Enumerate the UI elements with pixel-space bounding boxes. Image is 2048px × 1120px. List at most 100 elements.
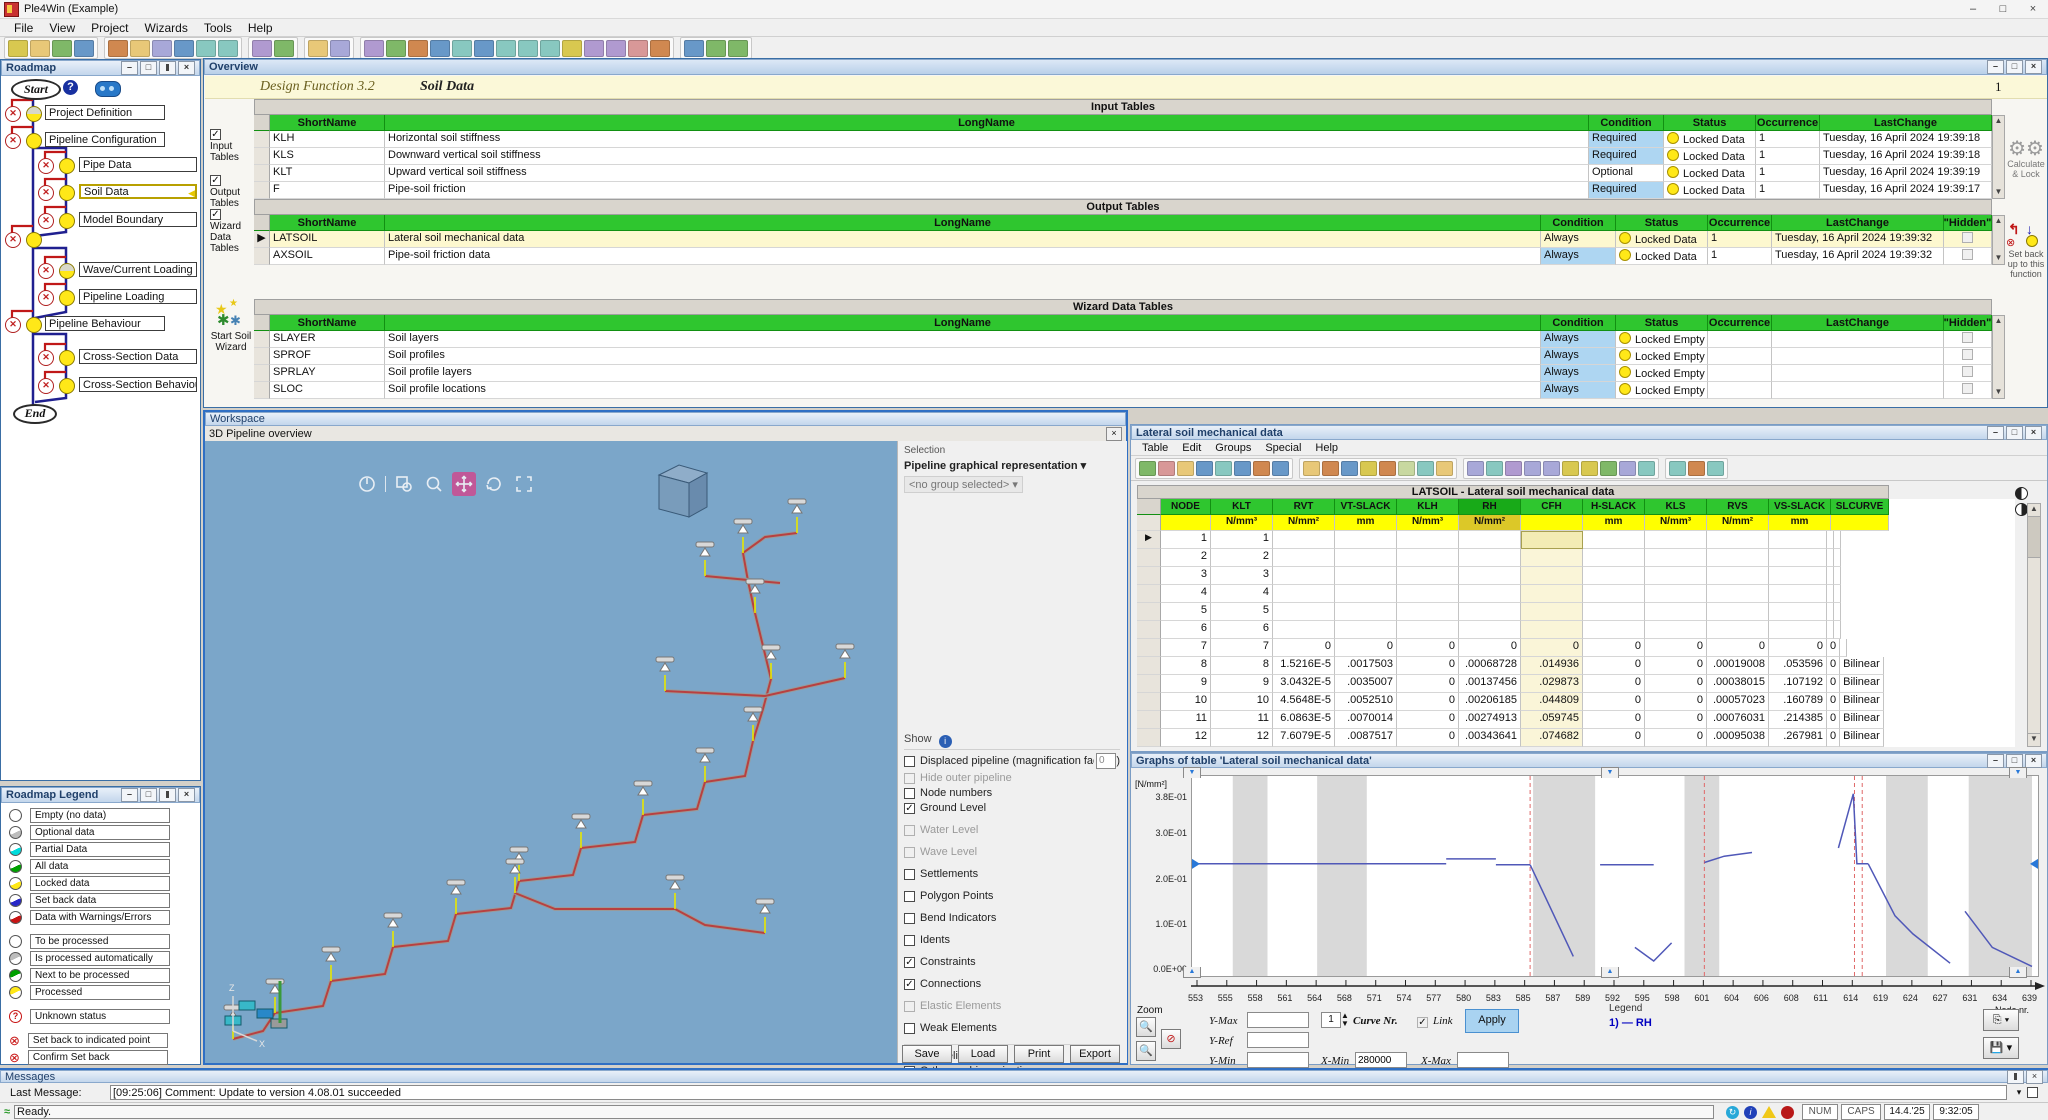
cell[interactable] — [1645, 603, 1707, 621]
roadmap-item-wave-current-loading[interactable]: Wave/Current Loading — [79, 262, 197, 277]
record-icon[interactable] — [1781, 1106, 1794, 1119]
menu-help[interactable]: Help — [240, 20, 281, 36]
print-button[interactable]: Print — [1014, 1045, 1064, 1063]
cell[interactable]: .00076031 — [1707, 711, 1769, 729]
copy-icon[interactable] — [1360, 461, 1377, 476]
cell[interactable]: Bilinear — [1840, 693, 1884, 711]
last-icon[interactable] — [1322, 461, 1339, 476]
legend-minimize-button[interactable]: – — [121, 788, 138, 802]
cell[interactable] — [1827, 531, 1834, 549]
duplicate-icon[interactable] — [1253, 461, 1270, 476]
cell[interactable]: .00206185 — [1459, 693, 1521, 711]
latsoil-menu-special[interactable]: Special — [1258, 442, 1308, 454]
paste-icon[interactable] — [1379, 461, 1396, 476]
cell[interactable]: 4.5648E-5 — [1273, 693, 1335, 711]
sort-desc-icon[interactable] — [1524, 461, 1541, 476]
latsoil-row-9[interactable]: 993.0432E-5.00350070.00137456.02987300.0… — [1137, 675, 2015, 693]
cell[interactable] — [1583, 531, 1645, 549]
roadmap-maximize-button[interactable]: □ — [140, 61, 157, 75]
start-soil-wizard-button[interactable]: ★ ★ ✱ ✱ Start Soil Wizard — [208, 301, 254, 353]
status-node-icon[interactable] — [26, 232, 42, 248]
navigation-cube[interactable] — [645, 459, 715, 525]
renumber-icon[interactable] — [1272, 461, 1289, 476]
show-item-bend-indicators[interactable]: Bend Indicators — [904, 912, 1120, 924]
cell[interactable] — [1834, 603, 1841, 621]
cell[interactable]: 0 — [1827, 639, 1840, 657]
show-item-connections[interactable]: ✓Connections — [904, 978, 1120, 990]
help-icon[interactable] — [1688, 461, 1705, 476]
cell[interactable] — [1521, 531, 1583, 549]
setback-node-icon[interactable]: ✕ — [38, 158, 54, 174]
cell[interactable]: .0052510 — [1335, 693, 1397, 711]
maximize-button[interactable]: □ — [1988, 0, 2018, 18]
link-checkbox[interactable]: ✓ — [1417, 1014, 1428, 1028]
zoom-rail-handle[interactable]: ▲ — [1601, 967, 1619, 978]
cell-hidden[interactable] — [1944, 248, 1992, 265]
cell[interactable] — [1335, 531, 1397, 549]
cell[interactable]: .00343641 — [1459, 729, 1521, 747]
cell[interactable] — [1645, 585, 1707, 603]
cell[interactable]: 0 — [1827, 711, 1840, 729]
status-node-icon[interactable] — [59, 378, 75, 394]
column-header[interactable]: ShortName — [270, 215, 385, 231]
column-header-slcurve[interactable]: SLCURVE — [1831, 499, 1889, 515]
cell[interactable] — [1769, 567, 1827, 585]
cell-hidden[interactable] — [1944, 231, 1992, 248]
graph-maximize-button[interactable]: □ — [2006, 754, 2023, 768]
roadmap-start[interactable]: Start — [11, 79, 61, 100]
input-vscrollbar[interactable]: ▲▼ — [1992, 115, 2005, 199]
cell[interactable]: 0 — [1645, 639, 1707, 657]
output-row-AXSOIL[interactable]: AXSOILPipe-soil friction dataAlwaysLocke… — [254, 248, 1992, 265]
sort-asc-icon[interactable] — [1505, 461, 1522, 476]
cell[interactable] — [1707, 531, 1769, 549]
setback-node-icon[interactable]: ✕ — [5, 317, 21, 333]
status-node-icon[interactable] — [59, 185, 75, 201]
check-in-icon[interactable] — [1467, 461, 1484, 476]
latsoil-maximize-button[interactable]: □ — [2006, 426, 2023, 440]
roadmap-item-cross-section-data[interactable]: Cross-Section Data — [79, 349, 197, 364]
cell[interactable]: 0 — [1827, 729, 1840, 747]
column-header[interactable]: LongName — [385, 315, 1541, 331]
cell[interactable] — [1521, 567, 1583, 585]
column-header-node[interactable]: NODE — [1161, 499, 1211, 515]
wizard-tables-toggle[interactable]: ✓ Wizard Data Tables — [210, 209, 256, 254]
commit-icon[interactable] — [1139, 461, 1156, 476]
roadmap-item-soil-data[interactable]: Soil Data◀ — [79, 184, 197, 199]
wizard-vscrollbar[interactable]: ▲▼ — [1992, 315, 2005, 399]
legend-maximize-button[interactable]: □ — [140, 788, 157, 802]
cell[interactable] — [1583, 621, 1645, 639]
roadmap-item-project-definition[interactable]: Project Definition — [45, 105, 165, 120]
cell[interactable]: .214385 — [1769, 711, 1827, 729]
column-header-vs-slack[interactable]: VS-SLACK — [1769, 499, 1831, 515]
latsoil-row-5[interactable]: 55 — [1137, 603, 2015, 621]
wizard-row-SPRLAY[interactable]: SPRLAYSoil profile layersAlwaysLocked Em… — [254, 365, 1992, 382]
wizard-row-SLAYER[interactable]: SLAYERSoil layersAlwaysLocked Empty — [254, 331, 1992, 348]
cell[interactable]: 0 — [1335, 639, 1397, 657]
info-icon[interactable] — [562, 40, 582, 57]
cell[interactable]: 0 — [1769, 639, 1827, 657]
checkbox-icon[interactable] — [904, 935, 915, 946]
zoom-icon[interactable] — [584, 40, 604, 57]
cell[interactable] — [1397, 621, 1459, 639]
graph-icon[interactable] — [386, 40, 406, 57]
cell[interactable] — [1834, 621, 1841, 639]
cell[interactable] — [1769, 531, 1827, 549]
status-node-icon[interactable] — [59, 350, 75, 366]
info-icon[interactable]: i — [1744, 1106, 1757, 1119]
clear-icon[interactable] — [1398, 461, 1415, 476]
checkbox-icon[interactable] — [904, 788, 915, 799]
column-header[interactable]: Status — [1616, 315, 1708, 331]
zoom-out-button[interactable]: 🔍 — [1136, 1041, 1156, 1061]
warning-icon[interactable] — [218, 40, 238, 57]
overview-close-button[interactable]: × — [2025, 60, 2042, 74]
lock-icon[interactable] — [728, 40, 748, 57]
calculate-lock-button[interactable]: ⚙⚙ Calculate & Lock — [2004, 139, 2048, 179]
cell[interactable]: Bilinear — [1840, 675, 1884, 693]
tables-icon[interactable] — [430, 40, 450, 57]
column-header[interactable]: Occurrence — [1708, 215, 1772, 231]
cell[interactable]: 0 — [1645, 729, 1707, 747]
curve-number-spinner[interactable]: 1 — [1321, 1012, 1341, 1028]
sync-icon[interactable]: ↻ — [1726, 1106, 1739, 1119]
column-header-rh[interactable]: RH — [1459, 499, 1521, 515]
chart-icon[interactable] — [408, 40, 428, 57]
